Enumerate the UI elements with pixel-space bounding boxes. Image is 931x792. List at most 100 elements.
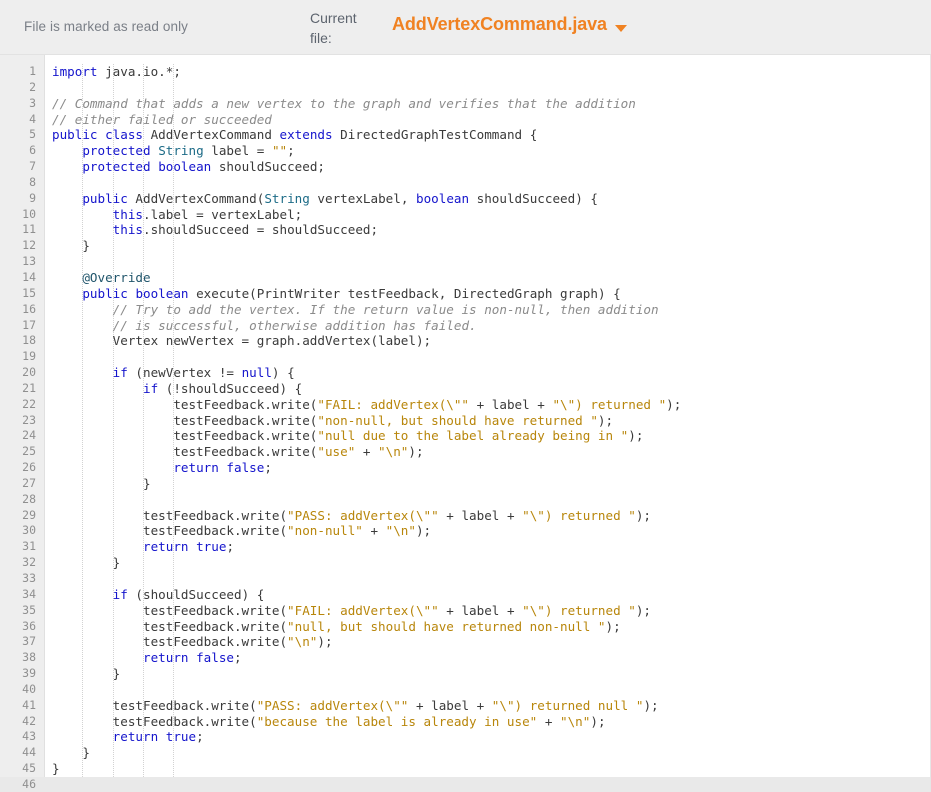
code-line[interactable]: 39 }	[0, 666, 930, 682]
code-line[interactable]: 26 return false;	[0, 460, 930, 476]
code-line-text: testFeedback.write("PASS: addVertex(\"" …	[52, 697, 659, 713]
code-line[interactable]: 14 @Override	[0, 270, 930, 286]
code-line[interactable]: 42 testFeedback.write("because the label…	[0, 714, 930, 730]
line-number: 43	[22, 729, 36, 744]
code-line-text: if (!shouldSucceed) {	[143, 380, 303, 396]
code-line[interactable]: 21 if (!shouldSucceed) {	[0, 381, 930, 397]
code-line[interactable]: 5 public class AddVertexCommand extends D…	[0, 127, 930, 143]
line-number: 42	[22, 713, 36, 728]
code-line[interactable]: 23 testFeedback.write("non-null, but sho…	[0, 413, 930, 429]
code-line[interactable]: 18 Vertex newVertex = graph.addVertex(la…	[0, 333, 930, 349]
code-line[interactable]: 43 return true;	[0, 729, 930, 745]
code-line-text: testFeedback.write("\n");	[52, 634, 333, 650]
line-number: 11	[22, 222, 36, 237]
code-line[interactable]: 28	[0, 492, 930, 508]
line-number: 28	[22, 491, 36, 506]
line-number: 30	[22, 523, 36, 538]
line-number: 25	[22, 444, 36, 459]
line-number: 1	[29, 64, 36, 78]
code-line[interactable]: 1 import java.io.*;	[0, 64, 930, 80]
line-number: 40	[22, 681, 36, 696]
code-line-text: }	[52, 238, 90, 254]
code-line[interactable]: 15 public boolean execute(PrintWriter te…	[0, 286, 930, 302]
code-line[interactable]: 12 }	[0, 238, 930, 254]
line-number: 46	[22, 776, 36, 791]
code-line[interactable]: 31 return true;	[0, 539, 930, 555]
code-line[interactable]: 9 public AddVertexCommand(String vertexL…	[0, 191, 930, 207]
line-number: 38	[22, 650, 36, 665]
code-line[interactable]: 33	[0, 571, 930, 587]
code-line-text: // Try to add the vertex. If the return …	[112, 301, 659, 317]
line-number: 6	[29, 143, 36, 158]
code-line[interactable]: 2	[0, 80, 930, 96]
code-line[interactable]: 20 if (newVertex != null) {	[0, 365, 930, 381]
line-number: 5	[29, 127, 36, 142]
code-line-text: // Command that adds a new vertex to the…	[52, 95, 636, 111]
line-number: 33	[22, 571, 36, 585]
code-line-text: return true;	[143, 539, 235, 555]
code-line[interactable]: 3 // Command that adds a new vertex to th…	[0, 96, 930, 112]
code-line[interactable]: 37 testFeedback.write("\n");	[0, 634, 930, 650]
code-line[interactable]: 17 // is successful, otherwise addition …	[0, 318, 930, 334]
code-line[interactable]: 24 testFeedback.write("null due to the l…	[0, 428, 930, 444]
line-number: 12	[22, 238, 36, 253]
line-number: 14	[22, 269, 36, 284]
code-line[interactable]: 13	[0, 254, 930, 270]
code-line[interactable]: 16 // Try to add the vertex. If the retu…	[0, 302, 930, 318]
code-line[interactable]: 36 testFeedback.write("null, but should …	[0, 619, 930, 635]
code-line[interactable]: 11 this.shouldSucceed = shouldSucceed;	[0, 222, 930, 238]
code-line[interactable]: 4 // either failed or succeeded	[0, 112, 930, 128]
line-number: 36	[22, 618, 36, 633]
line-number: 24	[22, 428, 36, 443]
code-line[interactable]: 29 testFeedback.write("PASS: addVertex(\…	[0, 508, 930, 524]
line-number: 18	[22, 333, 36, 348]
code-line[interactable]: 27 }	[0, 476, 930, 492]
current-file-name[interactable]: AddVertexCommand.java	[392, 14, 607, 35]
line-number: 27	[22, 475, 36, 490]
line-number: 2	[29, 79, 36, 94]
code-line[interactable]: 6 protected String label = "";	[0, 143, 930, 159]
code-line-text: import java.io.*;	[52, 64, 181, 79]
code-line[interactable]: 8	[0, 175, 930, 191]
code-line[interactable]: 34 if (shouldSucceed) {	[0, 587, 930, 603]
code-line-text: return true;	[112, 729, 204, 745]
line-number: 13	[22, 254, 36, 269]
current-file-selector[interactable]: AddVertexCommand.java	[392, 14, 627, 35]
line-number: 32	[22, 555, 36, 570]
code-line-text: }	[52, 761, 60, 777]
code-line-text: protected String label = "";	[82, 143, 295, 159]
code-line[interactable]: 45}	[0, 761, 930, 777]
code-line[interactable]: 10 this.label = vertexLabel;	[0, 207, 930, 223]
chevron-down-icon[interactable]	[614, 24, 627, 32]
code-line-text: public AddVertexCommand(String vertexLab…	[82, 190, 598, 206]
code-line[interactable]: 30 testFeedback.write("non-null" + "\n")…	[0, 523, 930, 539]
code-line-text: testFeedback.write("non-null, but should…	[52, 412, 614, 428]
line-number: 31	[22, 539, 36, 554]
line-number: 34	[22, 586, 36, 601]
line-number: 41	[22, 697, 36, 712]
code-line-text: public boolean execute(PrintWriter testF…	[82, 285, 621, 301]
code-editor[interactable]: 1 import java.io.*; 2 3 // Command that add…	[0, 55, 931, 792]
code-line[interactable]: 25 testFeedback.write("use" + "\n");	[0, 444, 930, 460]
current-file-label: Current file:	[310, 10, 357, 46]
code-content[interactable]: 1 import java.io.*; 2 3 // Command that add…	[0, 64, 930, 792]
code-line[interactable]: 40	[0, 682, 930, 698]
line-number: 19	[22, 349, 36, 364]
code-line[interactable]: 35 testFeedback.write("FAIL: addVertex(\…	[0, 603, 930, 619]
code-line[interactable]: 46	[0, 776, 930, 792]
code-line[interactable]: 19	[0, 349, 930, 365]
code-line[interactable]: 22 testFeedback.write("FAIL: addVertex(\…	[0, 397, 930, 413]
code-line[interactable]: 44 }	[0, 745, 930, 761]
line-number: 3	[29, 95, 36, 110]
line-number: 8	[29, 174, 36, 189]
code-line[interactable]: 32 }	[0, 555, 930, 571]
line-number: 16	[22, 301, 36, 316]
line-number: 4	[29, 111, 36, 126]
code-line[interactable]: 41 testFeedback.write("PASS: addVertex(\…	[0, 698, 930, 714]
code-line[interactable]: 38 return false;	[0, 650, 930, 666]
line-number: 9	[29, 190, 36, 205]
code-line-text: }	[52, 555, 121, 571]
code-line[interactable]: 7 protected boolean shouldSucceed;	[0, 159, 930, 175]
line-number: 21	[22, 380, 36, 395]
